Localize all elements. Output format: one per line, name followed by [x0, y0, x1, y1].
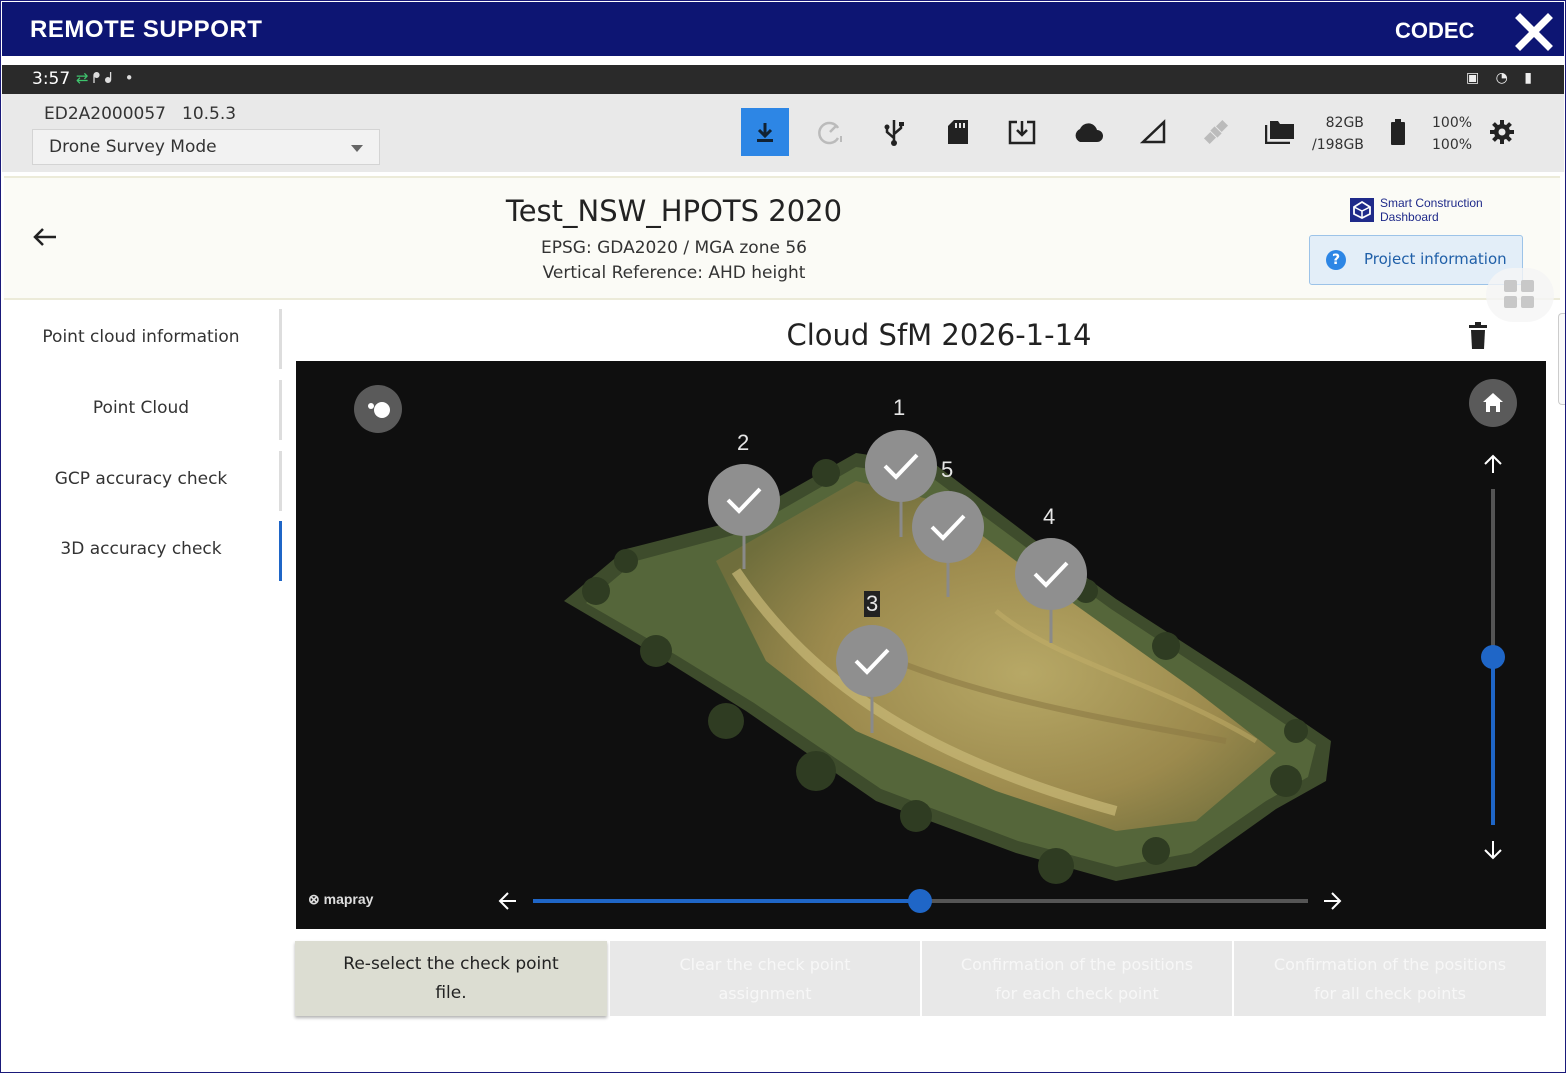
confirm-all-check-points-button[interactable]: Confirmation of the positions for all ch…: [1234, 941, 1546, 1016]
battery-level-2: 100%: [1432, 137, 1473, 153]
gauge-icon: [818, 121, 842, 145]
mapray-watermark: ⊗ mapray: [308, 891, 373, 908]
gear-icon: [1490, 120, 1514, 144]
satellite-icon: [1203, 119, 1229, 145]
download-icon: [757, 123, 773, 142]
trash-icon[interactable]: [1466, 322, 1490, 350]
mapray-text: mapray: [323, 891, 374, 907]
marker-label-1: 1: [893, 395, 906, 420]
satellite-button[interactable]: [1192, 108, 1240, 156]
mode-select[interactable]: Drone Survey Mode: [32, 129, 380, 165]
gauge-button[interactable]: [806, 108, 854, 156]
sync-icon: ⇄: [76, 69, 93, 87]
sidebar-indicator-active: [279, 521, 282, 581]
device-id: ED2A2000057: [44, 104, 166, 124]
chevron-down-icon: [351, 145, 363, 152]
usb-button[interactable]: [870, 108, 918, 156]
usb-icon: [884, 120, 904, 146]
logo-text-line2: Dashboard: [1380, 210, 1439, 224]
sidebar-indicator: [279, 451, 282, 511]
reselect-check-point-file-button[interactable]: Re-select the check point file.: [295, 941, 607, 1016]
horizontal-slider[interactable]: [526, 887, 1316, 915]
home-view-button[interactable]: [1469, 379, 1517, 427]
battery-levels: 100% 100%: [1432, 112, 1472, 156]
storage-used: 82GB: [1325, 115, 1364, 131]
marker-label-5: 5: [941, 457, 954, 482]
check-marker-4[interactable]: [1015, 538, 1087, 610]
folders-icon: [1265, 121, 1294, 144]
sidebar-item-label: Point cloud information: [42, 327, 240, 347]
sidebar-item-label: 3D accuracy check: [60, 539, 222, 559]
check-marker-2[interactable]: [708, 464, 780, 536]
smart-construction-logo: Smart Construction Dashboard: [1348, 196, 1508, 228]
light-toggle-icon: [368, 402, 390, 418]
check-marker-5[interactable]: [912, 491, 984, 563]
confirm-each-check-point-button[interactable]: Confirmation of the positions for each c…: [922, 941, 1232, 1016]
status-icons-left: ⇄ᖰᖱ •: [76, 69, 138, 87]
sidebar-item-3d-accuracy-check[interactable]: 3D accuracy check: [0, 521, 282, 581]
point-cloud-render: [498, 430, 1505, 913]
sidebar-item-point-cloud[interactable]: Point Cloud: [0, 380, 282, 440]
folders-button[interactable]: [1256, 108, 1304, 156]
grid-menu-button[interactable]: [1486, 268, 1554, 322]
close-icon[interactable]: [1514, 12, 1554, 52]
grid-icon: [1504, 280, 1534, 308]
check-marker-3[interactable]: [836, 625, 908, 697]
project-vertical-reference: Vertical Reference: AHD height: [542, 263, 806, 283]
sidebar-item-label: GCP accuracy check: [54, 469, 228, 489]
cloud-button[interactable]: [1064, 108, 1112, 156]
cloud-title: Cloud SfM 2026-1-14: [786, 318, 1092, 352]
marker-label-2: 2: [737, 430, 750, 455]
remote-support-title: REMOTE SUPPORT: [30, 16, 263, 43]
remote-support-bar: REMOTE SUPPORT CODEC: [2, 2, 1564, 56]
project-title: Test_NSW_HPOTS 2020: [505, 194, 843, 228]
vertical-slider[interactable]: [1479, 481, 1507, 831]
battery-level-1: 100%: [1432, 115, 1473, 131]
sidebar-item-gcp-accuracy-check[interactable]: GCP accuracy check: [0, 451, 282, 511]
sidebar-indicator: [279, 380, 282, 440]
logo-text-line1: Smart Construction: [1380, 196, 1483, 210]
sd-card-icon: [948, 120, 968, 144]
battery-icon: [1391, 119, 1405, 145]
logo-mark-icon: [1350, 198, 1374, 222]
slope-icon: [1140, 119, 1166, 144]
sidebar-item-point-cloud-information[interactable]: Point cloud information: [0, 309, 282, 369]
point-cloud-viewer[interactable]: 1 2 3 4 5 ⊗ mapray: [296, 361, 1546, 929]
home-icon: [1483, 393, 1503, 412]
device-version: 10.5.3: [182, 104, 237, 124]
sidebar-indicator: [279, 309, 282, 369]
project-information-label: Project information: [1364, 250, 1507, 268]
clear-check-point-assignment-button[interactable]: Clear the check point assignment: [610, 941, 920, 1016]
mode-select-value: Drone Survey Mode: [49, 137, 217, 157]
status-time: 3:57: [32, 69, 71, 89]
battery-status: [1374, 108, 1422, 156]
storage-total: /198GB: [1312, 137, 1364, 153]
settings-button[interactable]: [1478, 108, 1526, 156]
marker-label-4: 4: [1043, 504, 1056, 529]
project-header: Test_NSW_HPOTS 2020 EPSG: GDA2020 / MGA …: [4, 176, 1560, 300]
check-marker-1[interactable]: [865, 430, 937, 502]
slope-button[interactable]: [1130, 108, 1178, 156]
system-status-bar: 3:57 ⇄ᖰᖱ • ▣ ◔ ▮: [2, 65, 1564, 94]
import-icon: [1008, 120, 1036, 145]
cloud-icon: [1075, 123, 1103, 142]
view-toggle-button[interactable]: [354, 385, 402, 433]
mapray-logo-icon: ⊗: [308, 891, 324, 907]
help-icon: ?: [1326, 250, 1346, 270]
sidebar-item-label: Point Cloud: [92, 398, 190, 418]
project-epsg: EPSG: GDA2020 / MGA zone 56: [541, 238, 807, 258]
codec-button[interactable]: CODEC: [1395, 18, 1474, 44]
device-toolbar: ED2A2000057 10.5.3 Drone Survey Mode 82G…: [2, 94, 1564, 172]
sd-card-button[interactable]: [934, 108, 982, 156]
status-icons-right: ▣ ◔ ▮: [1465, 70, 1538, 86]
import-button[interactable]: [998, 108, 1046, 156]
download-button[interactable]: [741, 108, 789, 156]
marker-label-3: 3: [864, 591, 881, 617]
storage-info: 82GB /198GB: [1312, 112, 1364, 156]
